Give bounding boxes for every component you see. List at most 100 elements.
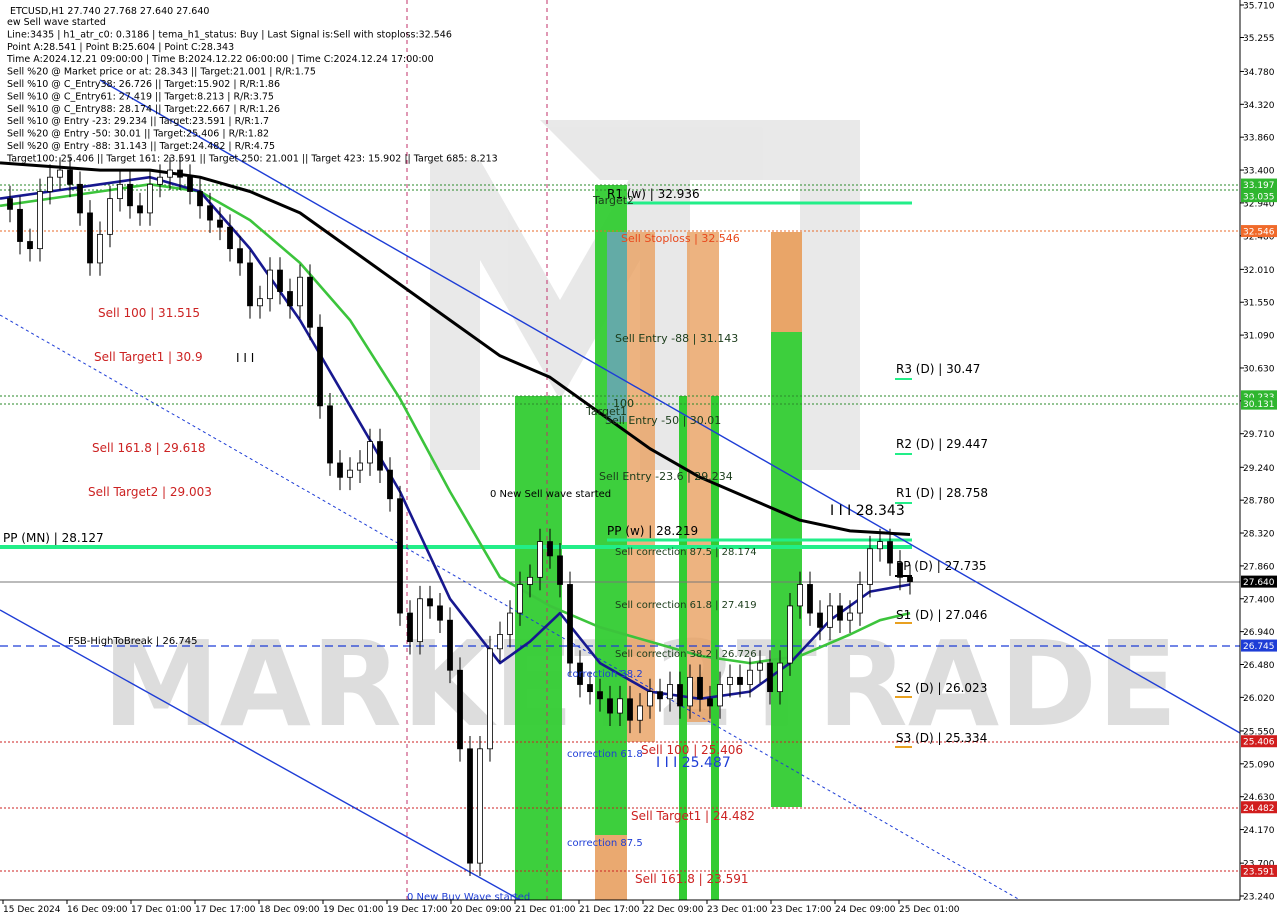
candle-body — [257, 298, 263, 307]
candle-body — [387, 469, 393, 500]
y-tick-label: 29.240 — [1243, 464, 1275, 474]
candle-body — [7, 198, 13, 210]
candle-body — [427, 598, 433, 607]
price-badge-label: 24.482 — [1243, 804, 1275, 814]
point-a-label: I I I — [236, 351, 254, 365]
x-tick-label: 20 Dec 09:00 — [451, 905, 512, 915]
sell-entry-23-label: Sell Entry -23.6 | 29.234 — [599, 470, 733, 483]
y-tick-label: 28.320 — [1243, 530, 1275, 540]
candle-body — [777, 662, 783, 693]
candle-body — [687, 676, 693, 707]
sell-stoploss-label: Sell Stoploss | 32.546 — [621, 232, 740, 245]
info-line: Sell %10 @ C_Entry38: 26.726 || Target:1… — [7, 79, 280, 90]
y-tick-label: 33.400 — [1243, 167, 1275, 177]
x-tick-label: 22 Dec 09:00 — [643, 905, 704, 915]
candle-body — [457, 669, 463, 750]
candle-body — [527, 576, 533, 585]
candle-body — [767, 662, 773, 693]
candle-body — [907, 576, 913, 583]
y-tick-label: 29.710 — [1243, 430, 1275, 440]
candle-body — [187, 176, 193, 192]
r1-weekly-label: R1 (w) | 32.936 — [607, 187, 700, 201]
x-tick-label: 19 Dec 01:00 — [323, 905, 384, 915]
correction-382-label: correction 38.2 — [567, 669, 643, 680]
chart-canvas: MARKET2TRADE — [0, 0, 1280, 920]
x-tick-label: 17 Dec 01:00 — [131, 905, 192, 915]
x-tick-label: 18 Dec 09:00 — [259, 905, 320, 915]
x-tick-label: 24 Dec 09:00 — [835, 905, 896, 915]
candle-body — [107, 198, 113, 235]
candle-body — [137, 205, 143, 214]
candle-body — [647, 691, 653, 707]
candle-body — [117, 183, 123, 200]
y-tick-label: 28.780 — [1243, 497, 1275, 507]
x-tick-label: 19 Dec 17:00 — [387, 905, 448, 915]
sell-100-label: Sell 100 | 31.515 — [98, 306, 200, 320]
point-c-label: I I I 28.343 — [830, 503, 905, 519]
sell-corr-382-label: Sell correction 38.2 | 26.726 — [615, 649, 757, 660]
candle-body — [417, 598, 423, 643]
s3-daily-label: S3 (D) | 25.334 — [896, 731, 987, 745]
candle-body — [857, 584, 863, 614]
candle-body — [357, 462, 363, 471]
x-tick-label: 23 Dec 17:00 — [771, 905, 832, 915]
candle-body — [727, 676, 733, 685]
candle-body — [17, 208, 23, 242]
info-line: ew Sell wave started — [7, 17, 106, 28]
info-line: Target100: 25.406 || Target 161: 23.591 … — [6, 153, 498, 164]
candle-body — [877, 541, 883, 550]
r2-daily-label: R2 (D) | 29.447 — [896, 437, 988, 451]
candle-body — [307, 276, 313, 328]
candle-body — [517, 584, 523, 614]
candle-body — [807, 584, 813, 614]
price-axis: 35.71035.25534.78034.32033.86033.40032.9… — [1239, 0, 1280, 903]
candle-body — [837, 605, 843, 621]
y-tick-label: 33.860 — [1243, 134, 1275, 144]
candle-body — [247, 262, 253, 307]
candle-body — [287, 291, 293, 307]
candle-body — [787, 605, 793, 664]
candle-body — [37, 191, 43, 250]
price-badge-label: 27.640 — [1243, 578, 1275, 588]
candle-body — [587, 684, 593, 693]
candle-body — [637, 705, 643, 721]
candle-body — [797, 584, 803, 607]
fsb-label: FSB-HighToBreak | 26.745 — [68, 636, 197, 647]
candle-body — [147, 183, 153, 214]
candle-body — [607, 698, 613, 714]
r3-daily-label: R3 (D) | 30.47 — [896, 362, 980, 376]
y-tick-label: 31.550 — [1243, 299, 1275, 309]
sell-corr-875-label: Sell correction 87.5 | 28.174 — [615, 547, 757, 558]
correction-875-label: correction 87.5 — [567, 838, 643, 849]
candle-body — [677, 684, 683, 707]
info-line: Sell %20 @ Entry -50: 30.01 || Target:25… — [7, 129, 269, 140]
candle-body — [827, 605, 833, 628]
candle-body — [617, 698, 623, 714]
info-line: Sell %10 @ C_Entry61: 27.419 || Target:8… — [7, 91, 274, 102]
sell-target1-mid-label: Sell Target1 | 24.482 — [631, 809, 755, 823]
candle-body — [27, 241, 33, 250]
candle-body — [557, 555, 563, 585]
candle-body — [707, 698, 713, 707]
info-line: Line:3435 | h1_atr_c0: 0.3186 | tema_h1_… — [7, 29, 452, 40]
candle-body — [757, 662, 763, 671]
candle-body — [537, 541, 543, 578]
price-badge-label: 32.546 — [1243, 228, 1275, 238]
price-badge-label: 23.591 — [1243, 867, 1275, 877]
x-tick-label: 23 Dec 01:00 — [707, 905, 768, 915]
candle-body — [207, 205, 213, 221]
y-tick-label: 32.010 — [1243, 266, 1275, 276]
price-badge-label: 30.131 — [1243, 400, 1275, 410]
info-line: Sell %20 @ Entry -88: 31.143 || Target:2… — [7, 141, 275, 152]
candle-body — [217, 219, 223, 228]
candle-body — [197, 191, 203, 207]
y-tick-label: 25.090 — [1243, 760, 1275, 770]
price-badge-label: 26.745 — [1243, 642, 1275, 652]
info-line: Point A:28.541 | Point B:25.604 | Point … — [7, 42, 234, 53]
left-labels: Sell 100 | 31.515 Sell Target1 | 30.9 Se… — [88, 306, 212, 499]
candle-body — [337, 462, 343, 478]
s1-daily-label: S1 (D) | 27.046 — [896, 608, 987, 622]
target100-label: 100 — [613, 397, 634, 410]
candle-body — [87, 212, 93, 264]
info-panel: ETCUSD,H1 27.740 27.768 27.640 27.640 ew… — [6, 6, 498, 164]
